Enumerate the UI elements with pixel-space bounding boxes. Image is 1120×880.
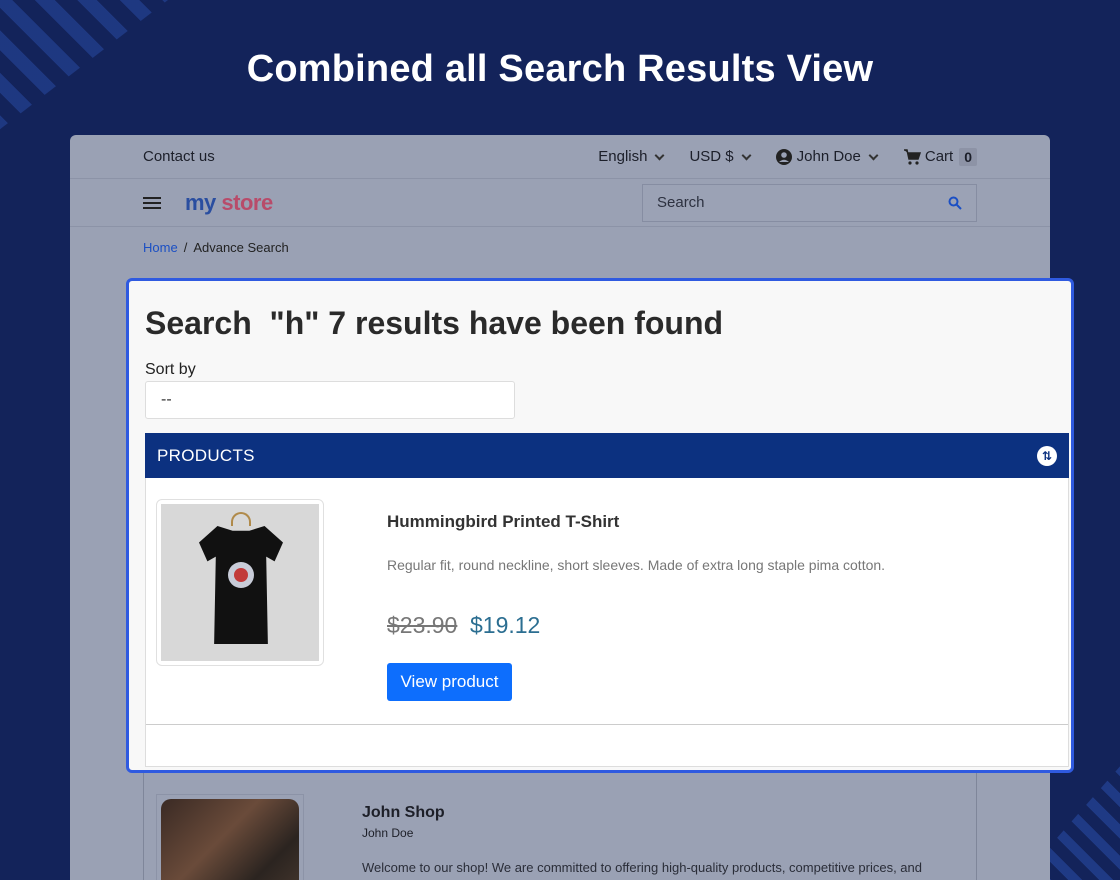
logo-text-my: my: [185, 189, 216, 215]
sort-label: Sort by: [145, 361, 196, 378]
search-icon[interactable]: [948, 196, 962, 210]
nav-bar: my store Search: [70, 179, 1050, 227]
product-description: Regular fit, round neckline, short sleev…: [387, 557, 886, 573]
breadcrumb: Home / Advance Search: [70, 227, 1050, 268]
product-list: Hummingbird Printed T-Shirt Regular fit,…: [145, 478, 1069, 767]
product-price-new: $19.12: [470, 612, 541, 638]
page-headline: Combined all Search Results View: [246, 48, 874, 90]
cart-count-badge: 0: [959, 147, 977, 166]
products-section-title: PRODUCTS: [157, 445, 255, 465]
breadcrumb-current: Advance Search: [193, 240, 289, 255]
breadcrumb-separator: /: [183, 240, 188, 255]
user-menu[interactable]: John Doe: [775, 148, 879, 165]
contact-us-link[interactable]: Contact us: [143, 148, 215, 165]
shop-owner: John Doe: [362, 826, 414, 840]
logo-text-store: store: [221, 189, 273, 215]
chevron-down-icon: [741, 150, 752, 160]
results-heading: Search "h" 7 results have been found: [145, 305, 724, 341]
search-placeholder: Search: [657, 194, 705, 211]
breadcrumb-home[interactable]: Home: [143, 240, 178, 255]
sort-select[interactable]: --: [145, 381, 515, 419]
search-results-panel: Search "h" 7 results have been found Sor…: [126, 278, 1074, 773]
products-section-header[interactable]: PRODUCTS ⇅: [145, 433, 1069, 478]
cart-button[interactable]: Cart 0: [903, 147, 977, 166]
currency-dropdown[interactable]: USD $: [689, 148, 752, 165]
product-name[interactable]: Hummingbird Printed T-Shirt: [387, 512, 619, 532]
language-dropdown[interactable]: English: [598, 148, 665, 165]
product-image[interactable]: [156, 499, 324, 666]
language-label: English: [598, 148, 648, 165]
store-logo[interactable]: my store: [185, 190, 273, 216]
sort-toggle-icon[interactable]: ⇅: [1037, 445, 1057, 466]
chevron-down-icon: [655, 150, 665, 160]
user-name: John Doe: [796, 148, 861, 165]
view-product-button[interactable]: View product: [387, 663, 512, 701]
cart-icon: [903, 148, 921, 165]
divider: [146, 724, 1068, 725]
shop-image[interactable]: [156, 794, 304, 880]
search-input[interactable]: Search: [642, 183, 977, 222]
product-price-old: $23.90: [387, 612, 458, 638]
chevron-down-icon: [868, 150, 879, 160]
shop-description: Welcome to our shop! We are committed to…: [362, 860, 922, 875]
user-circle-icon: [775, 148, 792, 165]
top-bar: Contact us English USD $ John Doe Cart 0: [70, 135, 1050, 179]
cart-label: Cart: [924, 148, 954, 165]
currency-label: USD $: [689, 148, 734, 165]
menu-icon[interactable]: [143, 194, 161, 212]
shop-name[interactable]: John Shop: [362, 804, 445, 822]
shop-result-card: John Shop John Doe Welcome to our shop! …: [143, 771, 977, 880]
